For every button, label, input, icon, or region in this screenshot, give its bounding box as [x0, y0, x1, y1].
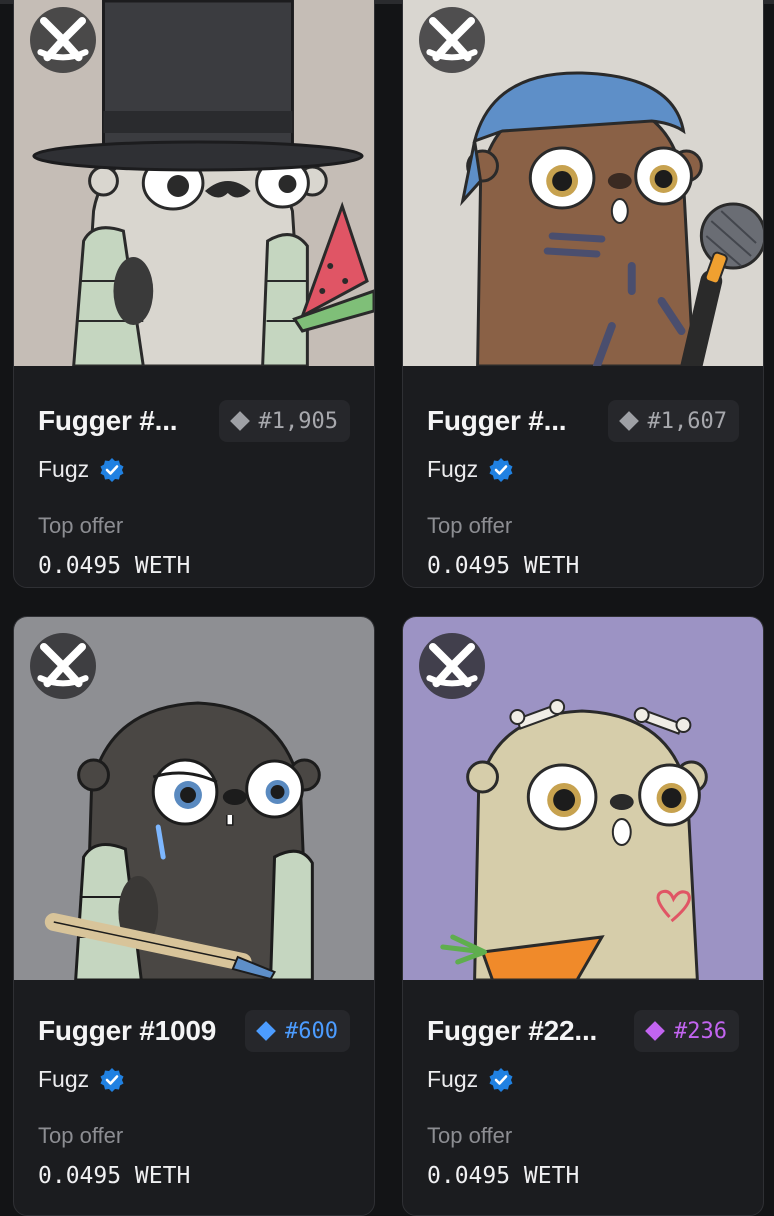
- collection-row[interactable]: Fugz: [38, 1066, 350, 1093]
- rarity-rank-badge[interactable]: #600: [245, 1010, 350, 1052]
- nft-card[interactable]: Fugger #... #1,905 Fugz Top offer 0.0495…: [13, 0, 375, 588]
- chain-logo-icon: [30, 7, 96, 73]
- collection-name: Fugz: [38, 1066, 90, 1092]
- collection-name: Fugz: [38, 456, 90, 482]
- verified-badge-icon: [100, 1067, 124, 1092]
- diamond-icon: [645, 1021, 665, 1041]
- diamond-icon: [229, 411, 250, 431]
- top-offer-value: 0.0495 WETH: [427, 1163, 580, 1189]
- rarity-rank: #1,607: [647, 408, 727, 434]
- rarity-rank: #1,905: [258, 408, 338, 434]
- chain-logo-icon: [419, 7, 485, 73]
- verified-badge-icon: [489, 1067, 513, 1092]
- top-offer-value: 0.0495 WETH: [38, 553, 191, 579]
- nft-image[interactable]: [403, 617, 763, 980]
- chain-logo-icon: [30, 633, 96, 699]
- verified-badge-icon: [100, 457, 124, 482]
- title-row: Fugger #1009 #600: [38, 1010, 350, 1052]
- nft-card[interactable]: Fugger #... #1,607 Fugz Top offer 0.0495…: [402, 0, 764, 588]
- top-offer-label: Top offer: [427, 1123, 513, 1148]
- nft-grid: Fugger #... #1,905 Fugz Top offer 0.0495…: [0, 0, 774, 1216]
- top-offer-label: Top offer: [427, 513, 513, 538]
- rarity-rank-badge[interactable]: #1,905: [218, 400, 350, 442]
- nft-title[interactable]: Fugger #1009: [38, 1015, 216, 1047]
- title-row: Fugger #... #1,607: [427, 400, 739, 442]
- card-info: Fugger #1009 #600 Fugz Top offer 0.0495 …: [14, 1010, 374, 1189]
- top-offer-value: 0.0495 WETH: [38, 1163, 191, 1189]
- nft-card[interactable]: Fugger #22... #236 Fugz Top offer 0.0495…: [402, 616, 764, 1216]
- nft-image[interactable]: [403, 0, 763, 366]
- title-row: Fugger #22... #236: [427, 1010, 739, 1052]
- chain-logo-icon: [419, 633, 485, 699]
- rarity-rank-badge[interactable]: #1,607: [607, 400, 739, 442]
- collection-row[interactable]: Fugz: [427, 456, 739, 483]
- collection-row[interactable]: Fugz: [427, 1066, 739, 1093]
- nft-title[interactable]: Fugger #22...: [427, 1015, 597, 1047]
- nft-image[interactable]: [14, 0, 374, 366]
- title-row: Fugger #... #1,905: [38, 400, 350, 442]
- rarity-rank-badge[interactable]: #236: [634, 1010, 739, 1052]
- diamond-icon: [618, 411, 639, 431]
- rarity-rank: #236: [674, 1018, 727, 1044]
- nft-title[interactable]: Fugger #...: [38, 405, 177, 437]
- verified-badge-icon: [489, 457, 513, 482]
- card-info: Fugger #22... #236 Fugz Top offer 0.0495…: [403, 1010, 763, 1189]
- collection-name: Fugz: [427, 1066, 479, 1092]
- diamond-icon: [256, 1021, 276, 1041]
- card-info: Fugger #... #1,905 Fugz Top offer 0.0495…: [14, 400, 374, 579]
- nft-card[interactable]: Fugger #1009 #600 Fugz Top offer 0.0495 …: [13, 616, 375, 1216]
- top-offer-label: Top offer: [38, 1123, 124, 1148]
- collection-name: Fugz: [427, 456, 479, 482]
- card-info: Fugger #... #1,607 Fugz Top offer 0.0495…: [403, 400, 763, 579]
- nft-title[interactable]: Fugger #...: [427, 405, 566, 437]
- rarity-rank: #600: [285, 1018, 338, 1044]
- top-offer-value: 0.0495 WETH: [427, 553, 580, 579]
- top-offer-label: Top offer: [38, 513, 124, 538]
- nft-image[interactable]: [14, 617, 374, 980]
- collection-row[interactable]: Fugz: [38, 456, 350, 483]
